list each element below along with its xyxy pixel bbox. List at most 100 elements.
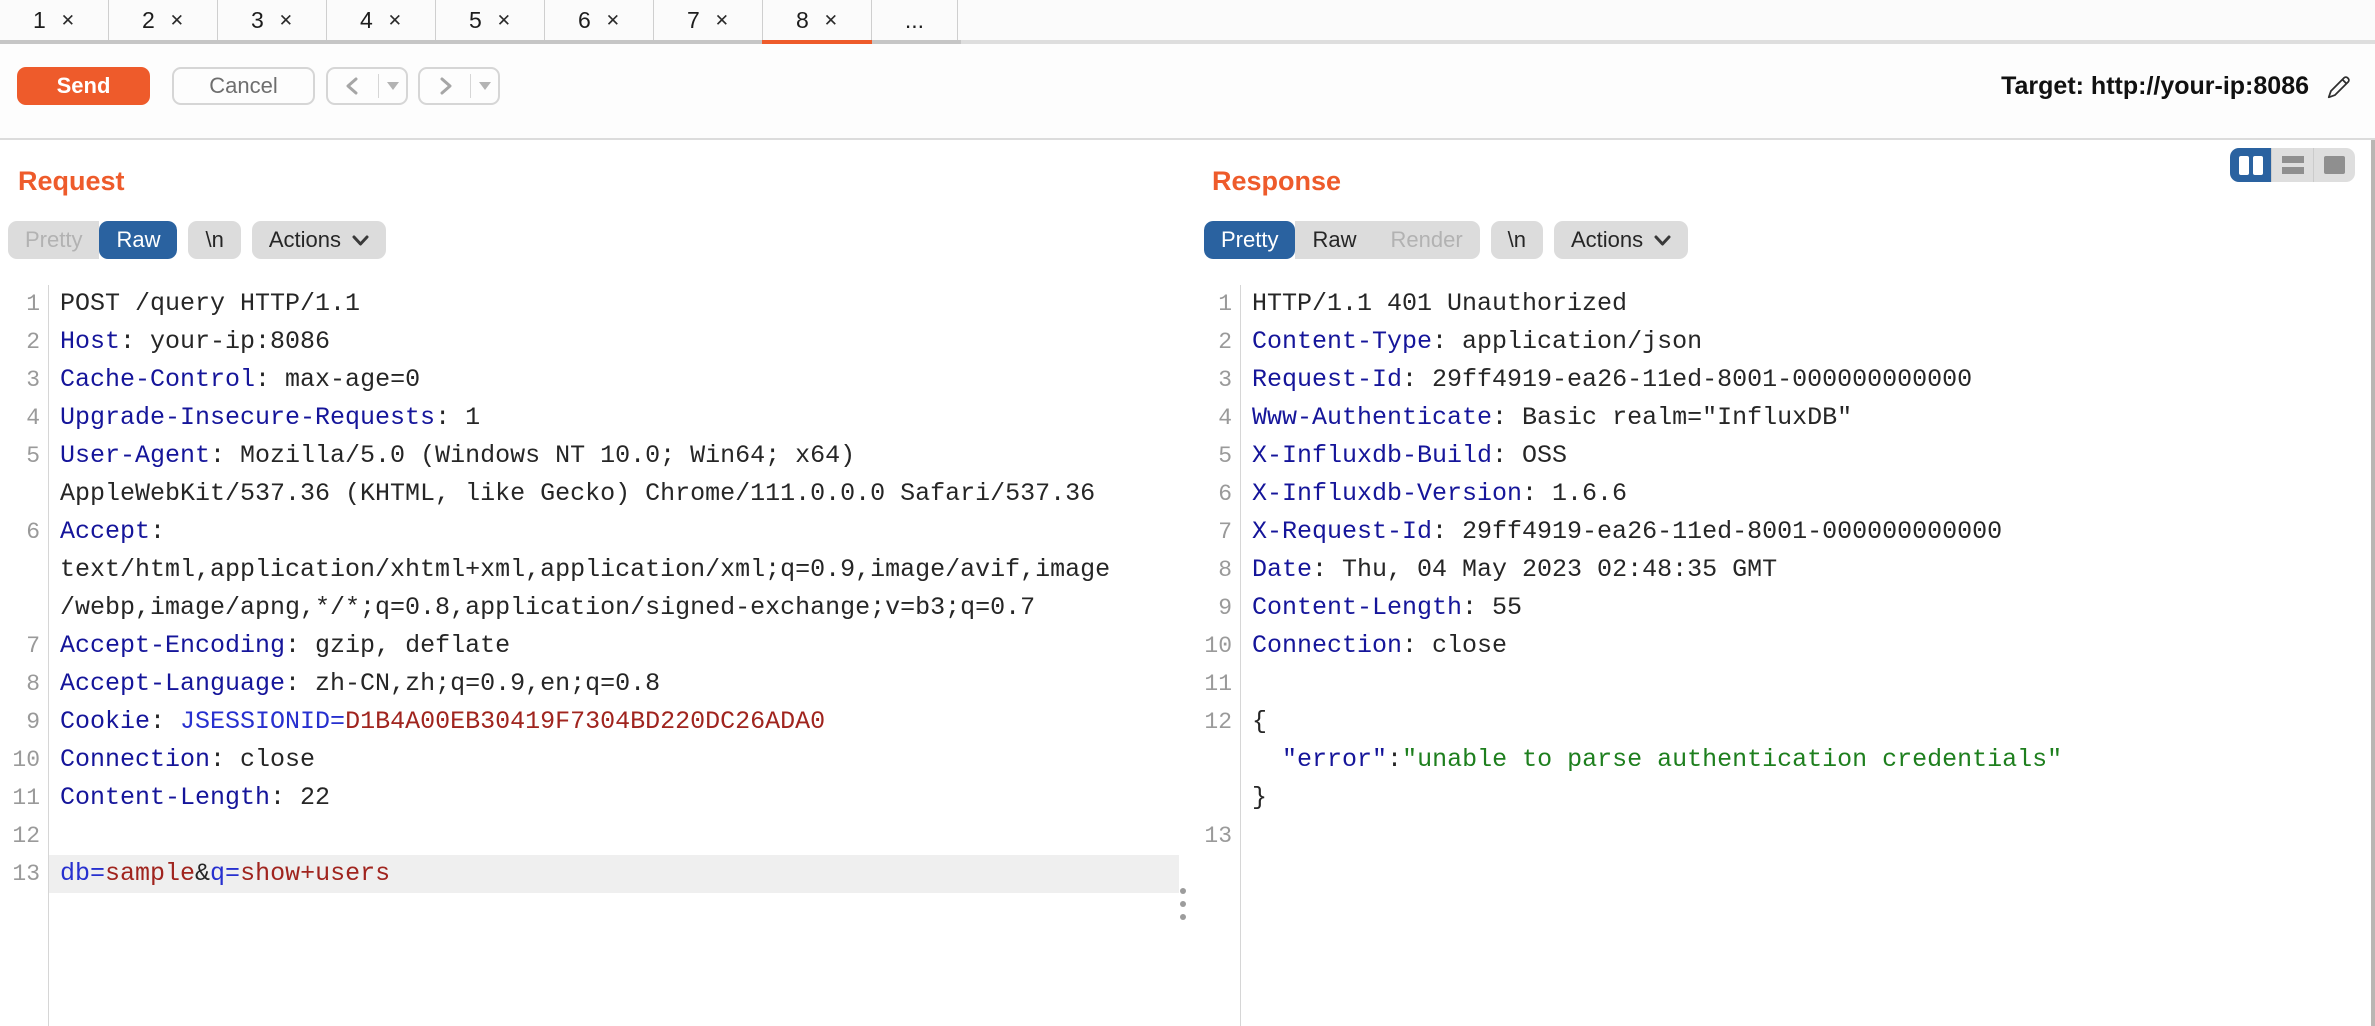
- send-button[interactable]: Send: [17, 67, 150, 105]
- scrollbar-track[interactable]: [2371, 140, 2375, 1026]
- layout-single-button[interactable]: [2314, 148, 2355, 182]
- tab-close-icon[interactable]: ✕: [388, 12, 402, 29]
- line-number: 2: [1196, 329, 1240, 355]
- line-number: 2: [0, 329, 48, 355]
- back-dropdown-arrow-icon[interactable]: [379, 82, 406, 91]
- tab-close-icon[interactable]: ✕: [824, 12, 838, 29]
- code-text[interactable]: HTTP/1.1 401 Unauthorized: [1240, 285, 2371, 323]
- response-line: "error":"unable to parse authentication …: [1196, 741, 2371, 779]
- tab-close-icon[interactable]: ✕: [606, 12, 620, 29]
- response-editor[interactable]: 1HTTP/1.1 401 Unauthorized2Content-Type:…: [1196, 285, 2371, 1026]
- request-tab-linebreak[interactable]: \n: [188, 221, 240, 259]
- layout-rows-button[interactable]: [2272, 148, 2314, 182]
- request-editor[interactable]: 1POST /query HTTP/1.12Host: your-ip:8086…: [0, 285, 1196, 1026]
- code-text[interactable]: Content-Length: 55: [1240, 589, 2371, 627]
- code-text[interactable]: User-Agent: Mozilla/5.0 (Windows NT 10.0…: [48, 437, 1179, 475]
- code-text[interactable]: Accept-Encoding: gzip, deflate: [48, 627, 1179, 665]
- tab-close-icon[interactable]: ✕: [279, 12, 293, 29]
- layout-single-icon: [2324, 156, 2345, 174]
- tab-close-icon[interactable]: ✕: [170, 12, 184, 29]
- repeater-tab-1[interactable]: 1✕: [0, 0, 109, 40]
- layout-columns-button[interactable]: [2230, 148, 2272, 182]
- line-number: 1: [1196, 291, 1240, 317]
- response-tab-actions[interactable]: Actions: [1554, 221, 1688, 259]
- request-tab-pretty[interactable]: Pretty: [8, 221, 99, 259]
- back-icon[interactable]: [328, 75, 378, 97]
- code-text[interactable]: Accept:: [48, 513, 1179, 551]
- line-number: 12: [0, 823, 48, 849]
- response-tab-pretty[interactable]: Pretty: [1204, 221, 1295, 259]
- line-number: 3: [0, 367, 48, 393]
- code-text[interactable]: Date: Thu, 04 May 2023 02:48:35 GMT: [1240, 551, 2371, 589]
- line-number: 13: [0, 861, 48, 887]
- request-line: 2Host: your-ip:8086: [0, 323, 1196, 361]
- tab-label: Pretty: [25, 227, 82, 253]
- code-text[interactable]: db=sample&q=show+users: [48, 855, 1179, 893]
- response-tab-raw[interactable]: Raw: [1295, 221, 1373, 259]
- repeater-tab-6[interactable]: 6✕: [545, 0, 654, 40]
- repeater-tab-8[interactable]: 8✕: [763, 0, 872, 40]
- code-text[interactable]: Connection: close: [48, 741, 1179, 779]
- tab-label: Render: [1390, 227, 1462, 253]
- repeater-tab-2[interactable]: 2✕: [109, 0, 218, 40]
- tab-label: \n: [205, 227, 223, 253]
- response-tab-render[interactable]: Render: [1373, 221, 1479, 259]
- code-text[interactable]: "error":"unable to parse authentication …: [1240, 741, 2371, 779]
- code-text[interactable]: Content-Length: 22: [48, 779, 1179, 817]
- repeater-tab-label: 2: [142, 7, 155, 34]
- repeater-tab-5[interactable]: 5✕: [436, 0, 545, 40]
- repeater-tab-3[interactable]: 3✕: [218, 0, 327, 40]
- response-tab-linebreak[interactable]: \n: [1491, 221, 1543, 259]
- history-back-button[interactable]: [326, 67, 408, 105]
- code-text[interactable]: Upgrade-Insecure-Requests: 1: [48, 399, 1179, 437]
- code-text[interactable]: text/html,application/xhtml+xml,applicat…: [48, 551, 1179, 589]
- response-line: 1HTTP/1.1 401 Unauthorized: [1196, 285, 2371, 323]
- code-text[interactable]: Request-Id: 29ff4919-ea26-11ed-8001-0000…: [1240, 361, 2371, 399]
- burp-repeater-screen: 1✕2✕3✕4✕5✕6✕7✕8✕... Send Cancel Target: …: [0, 0, 2375, 1026]
- code-text[interactable]: Cookie: JSESSIONID=D1B4A00EB30419F7304BD…: [48, 703, 1179, 741]
- response-line: 6X-Influxdb-Version: 1.6.6: [1196, 475, 2371, 513]
- tab-close-icon[interactable]: ✕: [715, 12, 729, 29]
- repeater-tab-...[interactable]: ...: [872, 0, 958, 40]
- code-text[interactable]: Accept-Language: zh-CN,zh;q=0.9,en;q=0.8: [48, 665, 1179, 703]
- code-text[interactable]: Content-Type: application/json: [1240, 323, 2371, 361]
- repeater-tab-7[interactable]: 7✕: [654, 0, 763, 40]
- edit-target-icon[interactable]: [2325, 73, 2353, 101]
- request-line: 6Accept:: [0, 513, 1196, 551]
- repeater-tab-label: 8: [796, 7, 809, 34]
- response-line: 9Content-Length: 55: [1196, 589, 2371, 627]
- request-line: 4Upgrade-Insecure-Requests: 1: [0, 399, 1196, 437]
- request-line: /webp,image/apng,*/*;q=0.8,application/s…: [0, 589, 1196, 627]
- code-text[interactable]: /webp,image/apng,*/*;q=0.8,application/s…: [48, 589, 1179, 627]
- request-tab-raw[interactable]: Raw: [99, 221, 177, 259]
- code-text[interactable]: Www-Authenticate: Basic realm="InfluxDB": [1240, 399, 2371, 437]
- code-text[interactable]: AppleWebKit/537.36 (KHTML, like Gecko) C…: [48, 475, 1179, 513]
- line-number: 7: [1196, 519, 1240, 545]
- code-text[interactable]: X-Request-Id: 29ff4919-ea26-11ed-8001-00…: [1240, 513, 2371, 551]
- response-line: 5X-Influxdb-Build: OSS: [1196, 437, 2371, 475]
- code-text[interactable]: X-Influxdb-Version: 1.6.6: [1240, 475, 2371, 513]
- code-text[interactable]: POST /query HTTP/1.1: [48, 285, 1179, 323]
- history-forward-button[interactable]: [418, 67, 500, 105]
- line-number: 9: [1196, 595, 1240, 621]
- repeater-tab-4[interactable]: 4✕: [327, 0, 436, 40]
- request-line: 1POST /query HTTP/1.1: [0, 285, 1196, 323]
- code-text[interactable]: Cache-Control: max-age=0: [48, 361, 1179, 399]
- tab-close-icon[interactable]: ✕: [497, 12, 511, 29]
- line-number: 10: [0, 747, 48, 773]
- cancel-button[interactable]: Cancel: [172, 67, 315, 105]
- tab-close-icon[interactable]: ✕: [61, 12, 75, 29]
- splitter-handle[interactable]: [1180, 888, 1186, 920]
- code-text[interactable]: Host: your-ip:8086: [48, 323, 1179, 361]
- forward-dropdown-arrow-icon[interactable]: [471, 82, 498, 91]
- code-text[interactable]: Connection: close: [1240, 627, 2371, 665]
- request-line: 8Accept-Language: zh-CN,zh;q=0.9,en;q=0.…: [0, 665, 1196, 703]
- code-text[interactable]: X-Influxdb-Build: OSS: [1240, 437, 2371, 475]
- request-line: text/html,application/xhtml+xml,applicat…: [0, 551, 1196, 589]
- forward-icon[interactable]: [420, 75, 470, 97]
- code-text[interactable]: {: [1240, 703, 2371, 741]
- code-text[interactable]: }: [1240, 779, 2371, 817]
- request-tab-actions[interactable]: Actions: [252, 221, 386, 259]
- line-number: 8: [1196, 557, 1240, 583]
- layout-toggle-group: [2230, 148, 2355, 182]
